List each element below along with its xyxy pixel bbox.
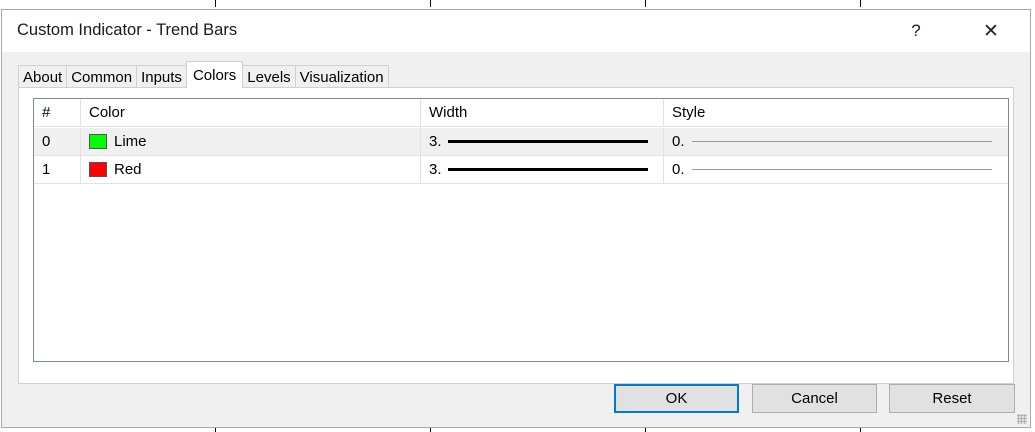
ruler-tick [645,428,646,432]
style-cell[interactable]: 0. [664,156,1008,184]
style-value: 0. [672,133,685,150]
color-name: Red [114,161,142,178]
width-value: 3. [429,133,442,150]
width-line-preview [447,168,648,171]
tab-common[interactable]: Common [66,65,138,88]
close-icon: ✕ [983,20,999,42]
row-index: 0 [34,128,81,156]
tab-strip: About Common Inputs Colors Levels Visual… [18,61,389,88]
style-line-preview [691,169,992,170]
color-cell[interactable]: Lime [81,128,421,156]
header-index[interactable]: # [34,99,81,127]
dialog-window: Custom Indicator - Trend Bars ? ✕ About … [1,9,1031,428]
table-row[interactable]: 1 Red 3. 0. [34,156,1008,184]
color-name: Lime [114,133,147,150]
tab-levels[interactable]: Levels [242,65,296,88]
width-cell[interactable]: 3. [421,128,664,156]
ruler-tick [430,428,431,432]
title-bar[interactable]: Custom Indicator - Trend Bars ? ✕ [2,10,1030,52]
ruler-tick [430,0,431,7]
tab-visualization[interactable]: Visualization [294,65,389,88]
table-row[interactable]: 0 Lime 3. 0. [34,128,1008,156]
color-cell[interactable]: Red [81,156,421,184]
color-swatch [89,134,107,149]
width-cell[interactable]: 3. [421,156,664,184]
tab-inputs[interactable]: Inputs [136,65,187,88]
tab-colors[interactable]: Colors [185,61,244,88]
colors-panel: # Color Width Style 0 Lime 3. 0. 1 Red 3… [18,87,1014,384]
close-button[interactable]: ✕ [968,10,1014,52]
style-cell[interactable]: 0. [664,128,1008,156]
row-index: 1 [34,156,81,184]
ruler-tick [860,0,861,7]
ruler-tick [215,0,216,7]
cancel-button[interactable]: Cancel [752,384,877,413]
header-color[interactable]: Color [81,99,421,127]
resize-grip-icon[interactable] [1017,414,1027,424]
color-swatch [89,162,107,177]
reset-button[interactable]: Reset [889,384,1015,413]
width-line-preview [447,140,648,143]
ruler-tick [860,428,861,432]
colors-list[interactable]: # Color Width Style 0 Lime 3. 0. 1 Red 3… [33,98,1009,362]
ok-button[interactable]: OK [614,384,739,413]
header-width[interactable]: Width [421,99,664,127]
ruler-tick [645,0,646,7]
window-title: Custom Indicator - Trend Bars [17,21,238,39]
header-style[interactable]: Style [664,99,1008,127]
ruler-tick [215,428,216,432]
help-button[interactable]: ? [893,10,939,52]
style-line-preview [691,141,992,142]
width-value: 3. [429,161,442,178]
tab-about[interactable]: About [18,65,68,88]
style-value: 0. [672,161,685,178]
list-header: # Color Width Style [34,99,1008,127]
